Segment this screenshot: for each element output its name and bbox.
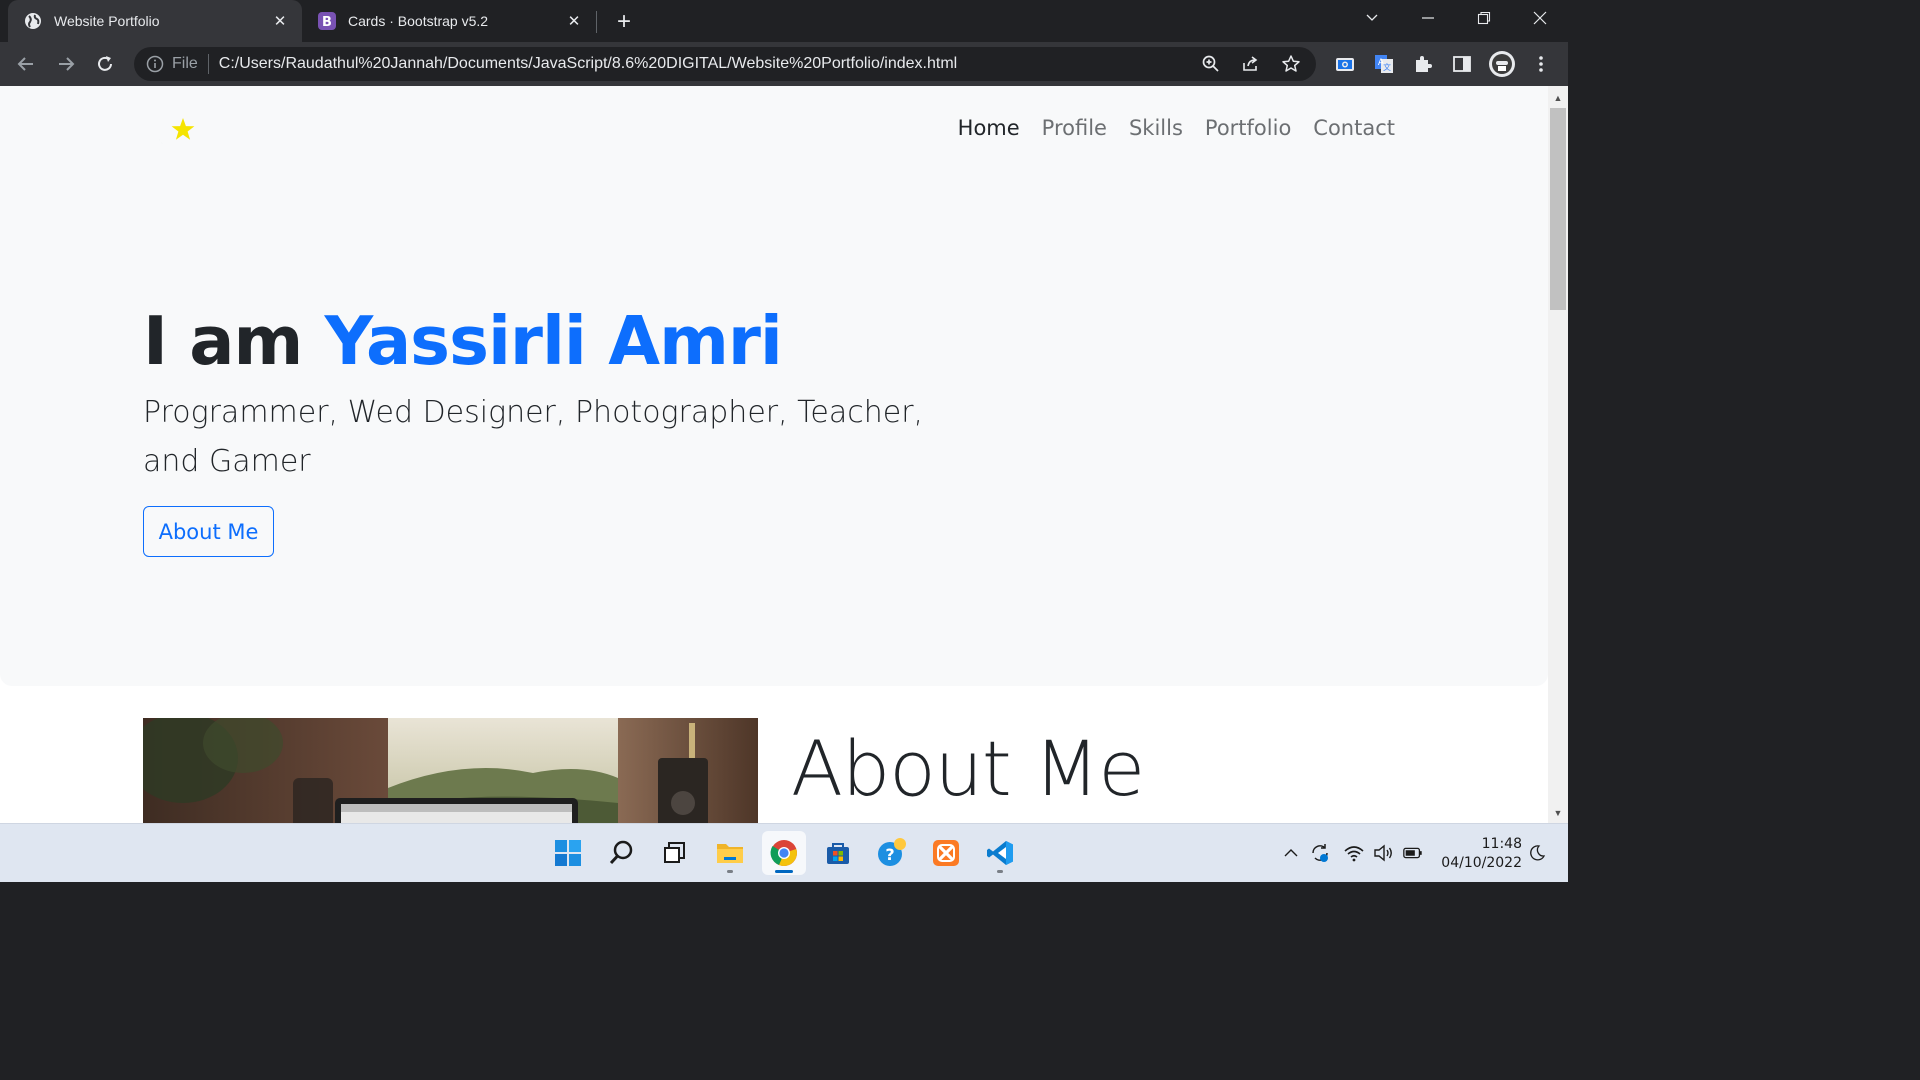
info-icon[interactable] <box>146 55 164 73</box>
scroll-up-arrow-icon[interactable]: ▲ <box>1548 90 1568 106</box>
new-tab-button[interactable]: + <box>610 8 638 36</box>
volume-icon[interactable] <box>1372 842 1394 864</box>
scroll-down-arrow-icon[interactable]: ▼ <box>1548 805 1568 821</box>
hero-title-prefix: I am <box>143 302 303 380</box>
hero-title: I am Yassirli Amri <box>143 302 783 380</box>
windows-taskbar: ? 11:48 04/10/2022 <box>0 823 1568 882</box>
scheme-label: File <box>172 54 209 74</box>
tab-title: Website Portfolio <box>54 13 160 29</box>
extensions-puzzle-icon[interactable] <box>1407 48 1439 80</box>
active-indicator <box>775 870 793 873</box>
svg-text:?: ? <box>885 845 894 864</box>
page-scrollbar[interactable]: ▲ ▼ <box>1548 86 1568 823</box>
nav-link-profile[interactable]: Profile <box>1042 116 1107 140</box>
battery-icon[interactable] <box>1402 842 1424 864</box>
browser-tab-strip: Website Portfolio ✕ B Cards · Bootstrap … <box>0 0 1568 42</box>
profile-avatar[interactable] <box>1486 48 1518 80</box>
wifi-icon[interactable] <box>1343 842 1365 864</box>
nav-links: Home Profile Skills Portfolio Contact <box>958 116 1395 140</box>
get-help-icon[interactable]: ? <box>870 831 914 875</box>
svg-text:文: 文 <box>1383 62 1391 72</box>
restore-button[interactable] <box>1458 0 1510 36</box>
browser-menu-icon[interactable] <box>1525 48 1557 80</box>
tab-separator <box>596 11 597 33</box>
start-button[interactable] <box>546 831 590 875</box>
forward-button[interactable] <box>50 48 82 80</box>
hero-title-name: Yassirli Amri <box>324 302 783 380</box>
close-window-button[interactable] <box>1514 0 1566 36</box>
zoom-icon[interactable] <box>1198 51 1224 77</box>
nav-link-home[interactable]: Home <box>958 116 1020 140</box>
running-indicator <box>997 870 1003 873</box>
notification-moon-icon[interactable] <box>1526 842 1548 864</box>
screen-capture-extension-icon[interactable] <box>1329 48 1361 80</box>
close-tab-icon[interactable]: ✕ <box>564 11 584 31</box>
about-photo <box>143 718 758 823</box>
minimize-button[interactable] <box>1402 0 1454 36</box>
share-icon[interactable] <box>1238 51 1264 77</box>
nav-link-skills[interactable]: Skills <box>1129 116 1183 140</box>
microsoft-store-icon[interactable] <box>816 831 860 875</box>
side-panel-icon[interactable] <box>1446 48 1478 80</box>
clock-date: 04/10/2022 <box>1441 855 1522 871</box>
translate-extension-icon[interactable]: A文 <box>1368 48 1400 80</box>
clock-time: 11:48 <box>1481 836 1522 852</box>
hero-section: Home Profile Skills Portfolio Contact I … <box>0 86 1548 686</box>
tab-website-portfolio[interactable]: Website Portfolio ✕ <box>8 0 302 42</box>
back-button[interactable] <box>10 48 42 80</box>
hero-subtitle: Programmer, Wed Designer, Photographer, … <box>143 395 924 479</box>
bookmark-star-icon[interactable] <box>1278 51 1304 77</box>
browser-toolbar: File C:/Users/Raudathul%20Jannah/Documen… <box>0 42 1568 86</box>
system-clock[interactable]: 11:48 04/10/2022 <box>1436 835 1522 873</box>
about-me-button[interactable]: About Me <box>143 506 274 557</box>
search-icon[interactable] <box>600 831 644 875</box>
navbar: Home Profile Skills Portfolio Contact <box>143 104 1395 156</box>
close-tab-icon[interactable]: ✕ <box>270 11 290 31</box>
running-indicator <box>727 870 733 873</box>
tab-search-chevron-icon[interactable] <box>1346 0 1398 36</box>
scroll-thumb[interactable] <box>1550 108 1566 310</box>
bootstrap-icon: B <box>318 12 336 30</box>
task-view-icon[interactable] <box>652 831 696 875</box>
about-heading: About Me <box>791 724 1145 813</box>
reload-button[interactable] <box>89 48 121 80</box>
page-viewport: Home Profile Skills Portfolio Contact I … <box>0 86 1548 823</box>
url-text[interactable]: C:/Users/Raudathul%20Jannah/Documents/Ja… <box>219 55 1198 73</box>
tab-title: Cards · Bootstrap v5.2 <box>348 13 489 29</box>
xampp-icon[interactable] <box>924 831 968 875</box>
sync-status-icon[interactable] <box>1309 842 1331 864</box>
tab-bootstrap-cards[interactable]: B Cards · Bootstrap v5.2 ✕ <box>306 0 596 42</box>
crescent-star-logo[interactable] <box>143 104 199 156</box>
svg-text:B: B <box>322 15 332 30</box>
file-explorer-icon[interactable] <box>708 831 752 875</box>
show-hidden-icons-chevron-icon[interactable] <box>1280 842 1302 864</box>
address-bar[interactable]: File C:/Users/Raudathul%20Jannah/Documen… <box>134 47 1316 81</box>
nav-link-portfolio[interactable]: Portfolio <box>1205 116 1291 140</box>
chrome-icon[interactable] <box>762 831 806 875</box>
globe-icon <box>24 12 42 30</box>
nav-link-contact[interactable]: Contact <box>1313 116 1395 140</box>
vscode-icon[interactable] <box>978 831 1022 875</box>
